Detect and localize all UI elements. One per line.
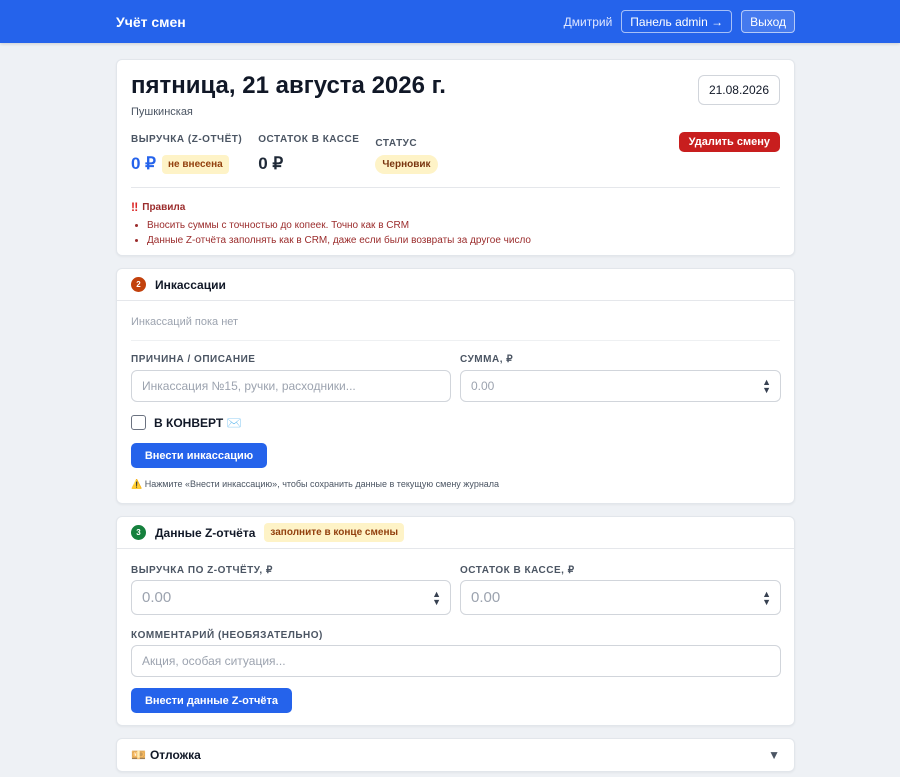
stats-row: Выручка (Z-отчёт) 0 ₽ не внесена Остаток… [131, 134, 454, 174]
stat-status: Статус Черновик [375, 134, 438, 174]
step-number-badge: 3 [131, 525, 146, 540]
empty-state: Инкассаций пока нет [131, 316, 239, 328]
envelope-label: В КОНВЕРТ ✉️ [154, 415, 242, 430]
submit-collection-button[interactable]: Внести инкассацию [131, 443, 267, 468]
location-name: Пушкинская [131, 106, 193, 118]
zcash-label: Остаток в кассе, ₽ [460, 565, 575, 576]
zrevenue-input[interactable]: 0.00 ▲ ▼ [131, 580, 451, 615]
envelope-checkbox[interactable] [131, 415, 146, 430]
zcash-input[interactable]: 0.00 ▲ ▼ [460, 580, 781, 615]
comment-input[interactable]: Акция, особая ситуация... [131, 645, 781, 677]
deferral-title: Отложка [149, 748, 201, 762]
amount-label: Сумма, ₽ [460, 354, 514, 365]
spinner-icon[interactable]: ▲ ▼ [762, 378, 771, 395]
chevron-down-icon[interactable]: ▼ [768, 748, 780, 762]
deferral-header[interactable]: 💴 Отложка ▼ [117, 739, 794, 771]
step-number-badge: 2 [131, 277, 146, 292]
reason-label: Причина / описание [131, 354, 256, 365]
zrevenue-label: Выручка по Z-отчёту, ₽ [131, 565, 273, 576]
rules-list: Вносить суммы с точностью до копеек. Точ… [131, 220, 531, 246]
stat-status-label: Статус [375, 138, 418, 149]
double-exclamation-icon: ‼ [131, 200, 139, 214]
delete-shift-button[interactable]: Удалить смену [678, 132, 780, 152]
stat-revenue-value: 0 ₽ [131, 154, 156, 173]
zreport-title: Данные Z-отчёта [155, 525, 256, 540]
deferral-card[interactable]: 💴 Отложка ▼ [116, 738, 795, 772]
logout-button[interactable]: Выход [741, 10, 795, 33]
rules-title-text: Правила [142, 201, 186, 213]
rule-item: Данные Z-отчёта заполнять как в CRM, даж… [147, 235, 531, 246]
rules-title: ‼ Правила [131, 200, 531, 214]
stat-cash: Остаток в кассе 0 ₽ [258, 134, 359, 174]
collections-card: 2 Инкассации Инкассаций пока нет Причина… [116, 268, 795, 504]
zreport-card: 3 Данные Z-отчёта заполните в конце смен… [116, 516, 795, 726]
stat-revenue-value-row: 0 ₽ не внесена [131, 154, 242, 174]
divider [131, 187, 780, 188]
revenue-status-badge: не внесена [162, 154, 229, 174]
page-title: пятница, 21 августа 2026 г. [131, 72, 446, 99]
amount-input[interactable]: 0.00 ▲ ▼ [460, 370, 781, 402]
zrevenue-placeholder: 0.00 [142, 589, 172, 606]
collections-header: 2 Инкассации [117, 269, 794, 301]
stat-cash-label: Остаток в кассе [258, 134, 360, 145]
app-title: Учёт смен [116, 13, 186, 30]
user-name: Дмитрий [563, 14, 613, 29]
status-badge: Черновик [375, 155, 438, 174]
rule-item: Вносить суммы с точностью до копеек. Точ… [147, 220, 531, 231]
zcash-placeholder: 0.00 [471, 589, 501, 606]
comment-label: Комментарий (необязательно) [131, 630, 323, 641]
collections-title: Инкассации [155, 277, 226, 292]
zreport-badge: заполните в конце смены [264, 523, 405, 542]
spinner-icon[interactable]: ▲ ▼ [432, 589, 441, 606]
divider [131, 340, 780, 341]
envelope-checkbox-row[interactable]: В КОНВЕРТ ✉️ [131, 415, 241, 430]
topbar: Учёт смен Дмитрий Панель admin → Выход [0, 0, 900, 43]
rules-box: ‼ Правила Вносить суммы с точностью до к… [131, 200, 531, 250]
amount-placeholder: 0.00 [471, 379, 495, 393]
admin-panel-button[interactable]: Панель admin → [621, 10, 733, 33]
stat-revenue-label: Выручка (Z-отчёт) [131, 134, 243, 145]
date-picker[interactable]: 21.08.2026 [697, 75, 780, 105]
stat-revenue: Выручка (Z-отчёт) 0 ₽ не внесена [131, 134, 242, 174]
spinner-icon[interactable]: ▲ ▼ [762, 589, 771, 606]
money-icon: 💴 [131, 748, 146, 762]
shift-summary-card: пятница, 21 августа 2026 г. Пушкинская 2… [116, 59, 795, 256]
stat-cash-value: 0 ₽ [258, 154, 284, 173]
submit-zreport-button[interactable]: Внести данные Z-отчёта [131, 688, 292, 713]
zreport-header: 3 Данные Z-отчёта заполните в конце смен… [117, 517, 794, 549]
reason-input[interactable]: Инкассация №15, ручки, расходники... [131, 370, 451, 402]
hint-text: ⚠️ Нажмите «Внести инкассацию», чтобы со… [131, 479, 500, 489]
